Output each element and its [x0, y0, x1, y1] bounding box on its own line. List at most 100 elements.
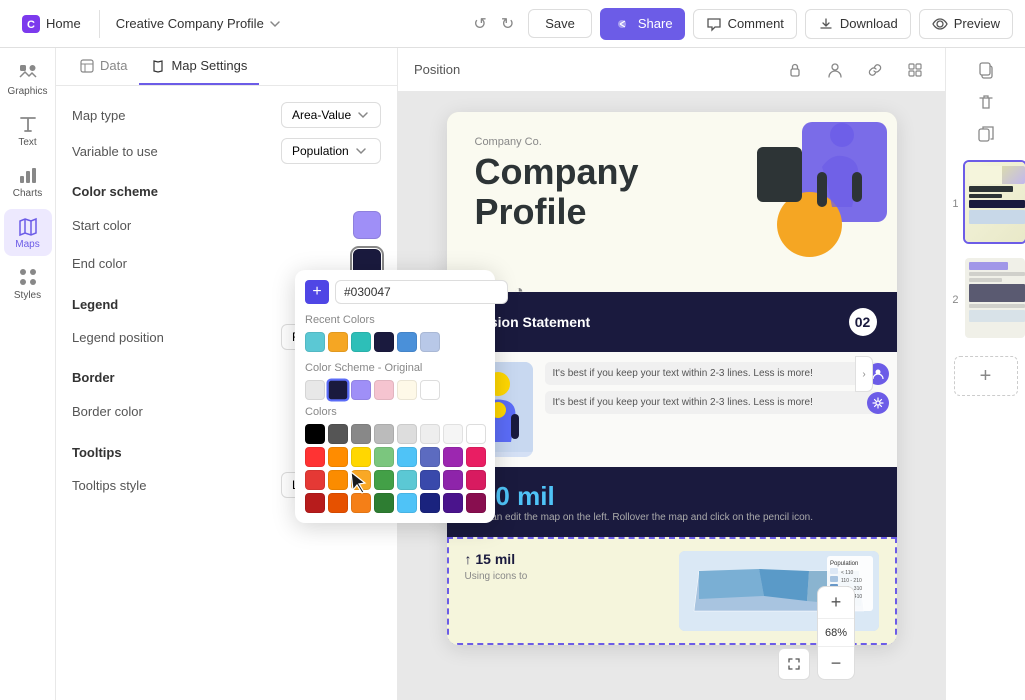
undo-button[interactable]: ↺	[467, 10, 492, 38]
add-page-button[interactable]: +	[954, 356, 1018, 396]
palette-color-4[interactable]	[374, 424, 394, 444]
original-color-2[interactable]	[327, 379, 350, 402]
recent-color-6[interactable]	[420, 332, 440, 352]
mission-point-1: It's best if you keep your text within 2…	[545, 362, 881, 385]
palette-color-5[interactable]	[397, 424, 417, 444]
palette-color-indigo2[interactable]	[420, 470, 440, 490]
palette-color-blue1[interactable]	[397, 447, 417, 467]
comment-button[interactable]: Comment	[693, 9, 797, 39]
original-color-3[interactable]	[351, 380, 371, 400]
variable-dropdown[interactable]: Population	[281, 138, 381, 164]
sidebar-item-styles[interactable]: Styles	[4, 260, 52, 307]
download-button[interactable]: Download	[805, 9, 911, 39]
copy-page-icon[interactable]	[972, 56, 1000, 84]
map-type-dropdown[interactable]: Area-Value	[281, 102, 381, 128]
zoom-out-button[interactable]: −	[818, 647, 854, 679]
tab-map-settings[interactable]: Map Settings	[139, 48, 259, 85]
palette-color-7[interactable]	[443, 424, 463, 444]
grid-icon[interactable]	[901, 56, 929, 84]
palette-color-pink3[interactable]	[466, 493, 486, 513]
zoom-controls: + 68% −	[817, 586, 855, 680]
sidebar-item-text[interactable]: Text	[4, 107, 52, 154]
cp-plus-button[interactable]: +	[305, 280, 329, 304]
palette-color-teal1[interactable]	[397, 470, 417, 490]
recent-color-5[interactable]	[397, 332, 417, 352]
recent-color-1[interactable]	[305, 332, 325, 352]
palette-color-green1[interactable]	[374, 447, 394, 467]
palette-color-white[interactable]	[466, 424, 486, 444]
svg-text:< 110: < 110	[841, 570, 853, 576]
delete-page-icon[interactable]	[972, 88, 1000, 116]
page-1-thumb[interactable]	[963, 160, 1025, 244]
palette-color-yellow1[interactable]	[351, 447, 371, 467]
palette-color-red3[interactable]	[305, 493, 325, 513]
home-label: Home	[46, 16, 81, 31]
cp-original-label: Color Scheme - Original	[305, 362, 485, 374]
lock-icon[interactable]	[781, 56, 809, 84]
graphics-icon	[17, 62, 39, 84]
palette-color-indigo1[interactable]	[420, 447, 440, 467]
recent-color-2[interactable]	[328, 332, 348, 352]
zoom-in-button[interactable]: +	[818, 587, 854, 619]
palette-color-2[interactable]	[328, 424, 348, 444]
palette-color-red1[interactable]	[305, 447, 325, 467]
original-color-6[interactable]	[420, 380, 440, 400]
palette-color-3[interactable]	[351, 424, 371, 444]
mission-bar: Mission Statement 02	[447, 292, 897, 352]
sidebar-item-charts[interactable]: Charts	[4, 158, 52, 205]
share-button[interactable]: Share	[600, 8, 685, 40]
preview-button[interactable]: Preview	[919, 9, 1013, 39]
palette-color-yellow2[interactable]	[351, 470, 371, 490]
map-type-label: Map type	[72, 108, 125, 123]
preview-top-section: Company Co. Company Profile	[447, 112, 897, 292]
palette-color-green3[interactable]	[374, 493, 394, 513]
original-color-4[interactable]	[374, 380, 394, 400]
tooltips-style-label: Tooltips style	[72, 478, 146, 493]
palette-color-pink2[interactable]	[466, 470, 486, 490]
tab-data[interactable]: Data	[68, 48, 139, 85]
palette-color-red2[interactable]	[305, 470, 325, 490]
palette-color-purple3[interactable]	[443, 493, 463, 513]
collapse-panel-arrow[interactable]: ›	[855, 356, 873, 392]
palette-color-yellow3[interactable]	[351, 493, 371, 513]
canvas-toolbar: Position	[398, 48, 945, 92]
data-tab-icon	[80, 59, 94, 73]
duplicate-page-icon[interactable]	[972, 120, 1000, 148]
decorative-shapes	[677, 112, 897, 292]
undo-redo-group: ↺ ↻	[467, 10, 520, 38]
palette-color-teal2[interactable]	[397, 493, 417, 513]
palette-color-black[interactable]	[305, 424, 325, 444]
recent-color-4[interactable]	[374, 332, 394, 352]
redo-button[interactable]: ↻	[495, 10, 520, 38]
design-preview: Company Co. Company Profile	[447, 112, 897, 645]
original-color-5[interactable]	[397, 380, 417, 400]
palette-color-purple1[interactable]	[443, 447, 463, 467]
preview-icon	[932, 16, 948, 32]
start-color-swatch[interactable]	[353, 211, 381, 239]
page-2-thumb[interactable]	[963, 256, 1025, 340]
sidebar-item-graphics[interactable]: Graphics	[4, 56, 52, 103]
canva-logo-icon: C	[22, 15, 40, 33]
person-icon[interactable]	[821, 56, 849, 84]
palette-color-6[interactable]	[420, 424, 440, 444]
recent-color-3[interactable]	[351, 332, 371, 352]
link-icon[interactable]	[861, 56, 889, 84]
original-color-1[interactable]	[305, 380, 325, 400]
palette-color-purple2[interactable]	[443, 470, 463, 490]
sidebar-item-maps[interactable]: Maps	[4, 209, 52, 256]
palette-color-pink1[interactable]	[466, 447, 486, 467]
palette-color-orange2[interactable]	[328, 470, 348, 490]
cp-original-colors	[305, 380, 485, 400]
page-1-container: 1	[945, 160, 1025, 248]
palette-color-orange3[interactable]	[328, 493, 348, 513]
doc-title[interactable]: Creative Company Profile	[108, 12, 290, 35]
palette-color-orange1[interactable]	[328, 447, 348, 467]
palette-color-indigo3[interactable]	[420, 493, 440, 513]
save-button[interactable]: Save	[528, 9, 592, 38]
cp-eyedropper-button[interactable]: ◔	[514, 283, 524, 301]
expand-button[interactable]	[778, 648, 810, 680]
home-button[interactable]: C Home	[12, 11, 91, 37]
palette-color-green2[interactable]	[374, 470, 394, 490]
color-picker-popup: + ◔ Recent Colors Color Scheme - Origina…	[295, 270, 495, 523]
cp-hex-input[interactable]	[335, 280, 508, 304]
